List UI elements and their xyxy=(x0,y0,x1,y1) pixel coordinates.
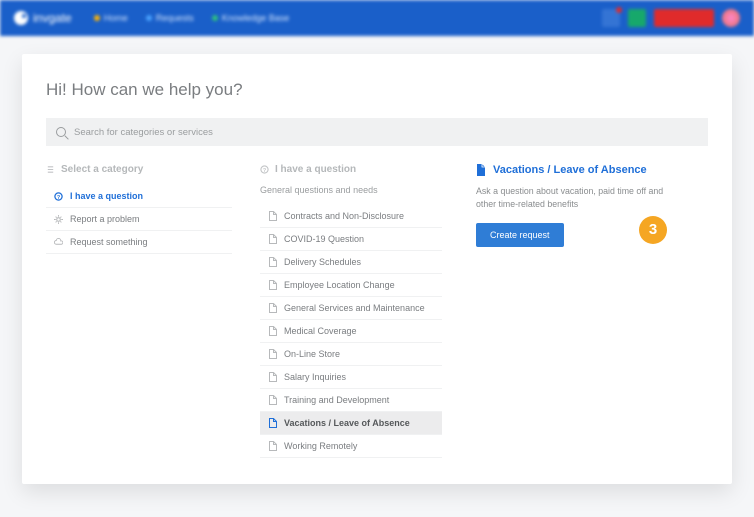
subcategory-item[interactable]: Delivery Schedules xyxy=(260,251,442,274)
cloud-icon xyxy=(54,238,63,247)
top-nav: Home Requests Knowledge Base xyxy=(94,13,290,23)
create-request-button[interactable]: Create request xyxy=(476,223,564,247)
search-input[interactable] xyxy=(74,127,698,138)
subcategory-item[interactable]: Vacations / Leave of Absence xyxy=(260,412,442,435)
brand-name: invgate xyxy=(33,11,72,25)
doc-icon xyxy=(268,396,277,405)
nav-home[interactable]: Home xyxy=(94,13,128,23)
doc-icon xyxy=(268,212,277,221)
subcategory-item[interactable]: Working Remotely xyxy=(260,435,442,458)
doc-icon xyxy=(268,304,277,313)
doc-icon xyxy=(268,442,277,451)
subcategory-item-label: Vacations / Leave of Absence xyxy=(284,418,410,428)
subcategory-item-label: Salary Inquiries xyxy=(284,372,346,382)
list-icon xyxy=(46,165,55,174)
gear-icon xyxy=(54,215,63,224)
search-icon xyxy=(56,127,66,137)
category-list: ? I have a question Report a problem Reques… xyxy=(46,185,232,254)
step-badge: 3 xyxy=(639,216,667,244)
subcategory-description: General questions and needs xyxy=(260,185,442,195)
category-column: Select a category ? I have a question Repo… xyxy=(46,164,246,458)
category-item[interactable]: Request something xyxy=(46,231,232,254)
subcategory-item[interactable]: Salary Inquiries xyxy=(260,366,442,389)
subcategory-item[interactable]: Contracts and Non-Disclosure xyxy=(260,205,442,228)
action-button[interactable] xyxy=(654,9,714,27)
topbar-right xyxy=(602,9,740,27)
category-item-label: Report a problem xyxy=(70,214,140,224)
nav-requests[interactable]: Requests xyxy=(146,13,194,23)
doc-icon xyxy=(268,258,277,267)
subcategory-heading: ? I have a question xyxy=(260,164,442,175)
question-icon: ? xyxy=(54,192,63,201)
doc-icon xyxy=(476,164,486,176)
nav-dot-icon xyxy=(94,15,100,21)
brand-logo[interactable]: invgate xyxy=(14,11,72,25)
subcategory-item-label: On-Line Store xyxy=(284,349,340,359)
nav-dot-icon xyxy=(212,15,218,21)
svg-text:?: ? xyxy=(57,194,60,200)
detail-description: Ask a question about vacation, paid time… xyxy=(476,185,666,211)
subcategory-item-label: Training and Development xyxy=(284,395,389,405)
doc-icon xyxy=(268,327,277,336)
doc-icon xyxy=(268,419,277,428)
notifications-icon[interactable] xyxy=(602,9,620,27)
doc-icon xyxy=(268,350,277,359)
doc-icon xyxy=(268,373,277,382)
subcategory-item[interactable]: Training and Development xyxy=(260,389,442,412)
subcategory-item[interactable]: Medical Coverage xyxy=(260,320,442,343)
page-title: Hi! How can we help you? xyxy=(46,80,708,100)
detail-title: Vacations / Leave of Absence xyxy=(476,164,694,176)
category-item-label: Request something xyxy=(70,237,148,247)
detail-column: Vacations / Leave of Absence Ask a quest… xyxy=(456,164,708,458)
subcategory-item[interactable]: General Services and Maintenance xyxy=(260,297,442,320)
doc-icon xyxy=(268,235,277,244)
subcategory-item-label: General Services and Maintenance xyxy=(284,303,425,313)
subcategory-item-label: Employee Location Change xyxy=(284,280,395,290)
svg-text:?: ? xyxy=(263,168,266,174)
subcategory-column: ? I have a question General questions an… xyxy=(246,164,456,458)
user-avatar[interactable] xyxy=(722,9,740,27)
nav-knowledge-base[interactable]: Knowledge Base xyxy=(212,13,290,23)
doc-icon xyxy=(268,281,277,290)
category-item-label: I have a question xyxy=(70,191,143,201)
subcategory-item-label: COVID-19 Question xyxy=(284,234,364,244)
subcategory-item[interactable]: On-Line Store xyxy=(260,343,442,366)
subcategory-item-label: Delivery Schedules xyxy=(284,257,361,267)
subcategory-item[interactable]: COVID-19 Question xyxy=(260,228,442,251)
search-bar[interactable] xyxy=(46,118,708,146)
subcategory-item[interactable]: Employee Location Change xyxy=(260,274,442,297)
main-card: Hi! How can we help you? Select a catego… xyxy=(22,54,732,484)
subcategory-item-label: Contracts and Non-Disclosure xyxy=(284,211,404,221)
category-item[interactable]: Report a problem xyxy=(46,208,232,231)
category-heading: Select a category xyxy=(46,164,232,175)
subcategory-list: Contracts and Non-Disclosure COVID-19 Que… xyxy=(260,205,442,458)
subcategory-item-label: Working Remotely xyxy=(284,441,357,451)
subcategory-item-label: Medical Coverage xyxy=(284,326,357,336)
topbar: invgate Home Requests Knowledge Base xyxy=(0,0,754,36)
nav-dot-icon xyxy=(146,15,152,21)
status-icon[interactable] xyxy=(628,9,646,27)
category-item[interactable]: ? I have a question xyxy=(46,185,232,208)
question-icon: ? xyxy=(260,165,269,174)
brand-mark-icon xyxy=(14,11,28,25)
